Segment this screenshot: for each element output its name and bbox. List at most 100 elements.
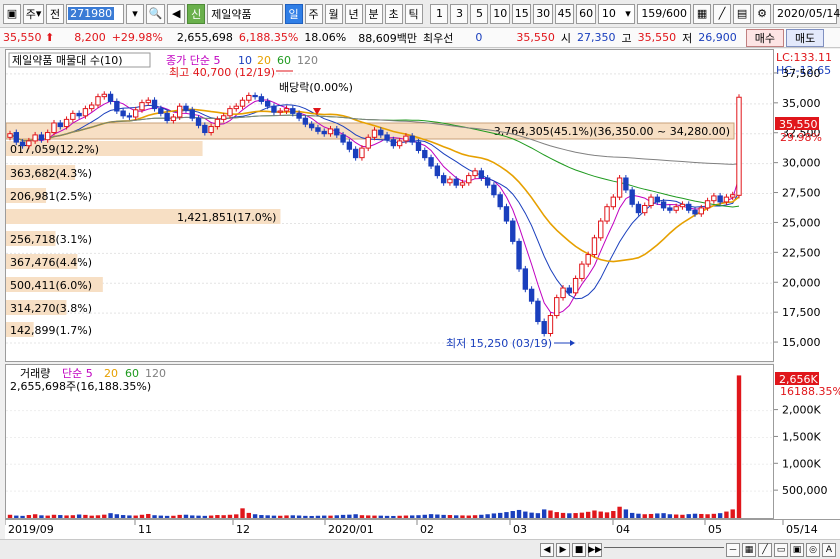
count-input[interactable]: 159/600 <box>636 3 692 24</box>
candle-body <box>334 128 340 136</box>
draw-tools-icon[interactable]: ╱ <box>713 3 732 24</box>
period-tab-day[interactable]: 일 <box>284 3 303 24</box>
volume-bar <box>491 513 497 518</box>
candle-body <box>679 203 686 208</box>
zoom-slider[interactable] <box>604 546 724 553</box>
interval-1[interactable]: 1 <box>430 3 449 24</box>
period-tab-minute[interactable]: 분 <box>364 3 383 24</box>
period-tab-week[interactable]: 주 <box>304 3 323 24</box>
period-tab-month[interactable]: 월 <box>324 3 343 24</box>
interval-3[interactable]: 3 <box>450 3 469 24</box>
interval-select[interactable]: 10 ▾ <box>597 3 635 24</box>
chart-window-icon[interactable]: ▣ <box>3 3 21 24</box>
volume-bar <box>108 513 113 518</box>
interval-60[interactable]: 60 <box>576 3 596 24</box>
volume-bar <box>7 514 13 518</box>
volume-legend-ma5: 단순 5 <box>62 367 93 380</box>
volume-bar <box>617 506 622 518</box>
x-tick-label: 05 <box>708 523 722 536</box>
scroll-right-icon[interactable]: ▶ <box>556 542 570 557</box>
candle-body <box>145 99 151 104</box>
volume-bar <box>673 514 679 518</box>
volume-bar <box>378 515 383 518</box>
candle-body <box>403 135 409 142</box>
volume-bar <box>139 514 145 518</box>
volume-bar <box>479 514 484 518</box>
candle-body <box>114 100 120 112</box>
stock-code-input[interactable]: 271980 <box>66 3 124 24</box>
grid-icon[interactable]: ▦ <box>742 542 756 557</box>
y-tick-label: 37,500 <box>782 67 821 80</box>
chart-area: 3,764,305(45.1%)(36,350.00 ~ 34,280.00) 0… <box>5 49 840 524</box>
interval-5[interactable]: 5 <box>470 3 489 24</box>
candle-body <box>183 105 189 111</box>
candle-body <box>139 102 145 111</box>
code-dropdown-icon[interactable]: ▾ <box>125 3 144 24</box>
candle-body <box>698 207 704 215</box>
search-icon[interactable]: 🔍 <box>145 3 166 24</box>
candle-body <box>19 141 26 147</box>
volume-legend-ma120: 120 <box>145 367 166 380</box>
volume-bar <box>171 515 176 518</box>
buy-button[interactable]: 매수 <box>745 28 784 47</box>
interval-45[interactable]: 45 <box>554 3 575 24</box>
volume-bar <box>190 515 195 518</box>
candle-body <box>510 220 516 242</box>
volume-bar <box>504 512 509 518</box>
font-size-icon[interactable]: A <box>822 542 836 557</box>
x-tick-label: 2019/09 <box>8 523 54 536</box>
candle-body <box>371 129 378 138</box>
interval-10[interactable]: 10 <box>490 3 510 24</box>
candle-body <box>63 118 70 128</box>
period-tab-tick[interactable]: 틱 <box>404 3 423 24</box>
interval-30[interactable]: 30 <box>533 3 553 24</box>
volume-bar <box>717 513 723 518</box>
volume-bar <box>686 514 691 518</box>
stop-icon[interactable]: ■ <box>572 542 586 557</box>
candle-body <box>528 288 535 302</box>
zoom-out-icon[interactable]: － <box>726 542 740 557</box>
candle-body <box>258 96 265 102</box>
period-tab-year[interactable]: 년 <box>344 3 363 24</box>
price-chart-panel[interactable]: 3,764,305(45.1%)(36,350.00 ~ 34,280.00) 0… <box>5 49 774 362</box>
candle-body <box>208 126 214 134</box>
market-select[interactable]: 전 <box>46 3 65 24</box>
y-tick-label: 20,000 <box>782 276 821 289</box>
volume-bar <box>14 515 19 518</box>
interval-15[interactable]: 15 <box>511 3 532 24</box>
volume-value: 2,655,698 <box>176 31 233 44</box>
volume-bar <box>435 514 440 518</box>
type-select[interactable]: 주 ▾ <box>23 3 45 24</box>
candle-body <box>711 195 717 202</box>
type-select-label: 주 <box>25 7 36 21</box>
candle-body <box>352 148 359 159</box>
volume-bar <box>146 513 151 518</box>
period-tab-second[interactable]: 초 <box>384 3 403 24</box>
chart-scrollbar[interactable]: ◀ ▶ ■ ▶▶ － ▦ ╱ ▭ ▣ ◎ A <box>0 539 840 559</box>
candle-body <box>390 139 397 147</box>
sell-button[interactable]: 매도 <box>786 28 825 47</box>
line-icon[interactable]: ╱ <box>758 542 772 557</box>
volume-chart-panel[interactable]: 거래량 단순 5 20 60 120 2,655,698주(16,188.35%… <box>5 364 774 519</box>
volume-readout: 2,655,698주(16,188.35%) <box>10 380 151 393</box>
gear-icon[interactable]: ⚙ <box>753 3 772 24</box>
volume-bar <box>730 509 735 518</box>
volume-bar <box>516 509 522 518</box>
candle-body <box>57 122 63 128</box>
date-input[interactable]: 2020/05/14 <box>773 3 840 24</box>
expand-icon[interactable]: ▣ <box>790 542 804 557</box>
magnify-icon[interactable]: ◎ <box>806 542 820 557</box>
speaker-icon[interactable]: ◀ <box>167 3 186 24</box>
save-icon[interactable]: ▤ <box>733 3 752 24</box>
volume-bar <box>428 514 434 518</box>
candle-body <box>95 96 101 106</box>
volume-bar <box>196 515 201 518</box>
fast-forward-icon[interactable]: ▶▶ <box>588 542 602 557</box>
volume-bar <box>667 514 673 518</box>
volume-bar <box>158 515 164 518</box>
shrink-icon[interactable]: ▭ <box>774 542 788 557</box>
volume-bar <box>592 510 597 518</box>
chart-tools-icon[interactable]: ▦ <box>693 3 712 24</box>
volume-bar <box>384 515 390 518</box>
scroll-left-icon[interactable]: ◀ <box>540 542 554 557</box>
